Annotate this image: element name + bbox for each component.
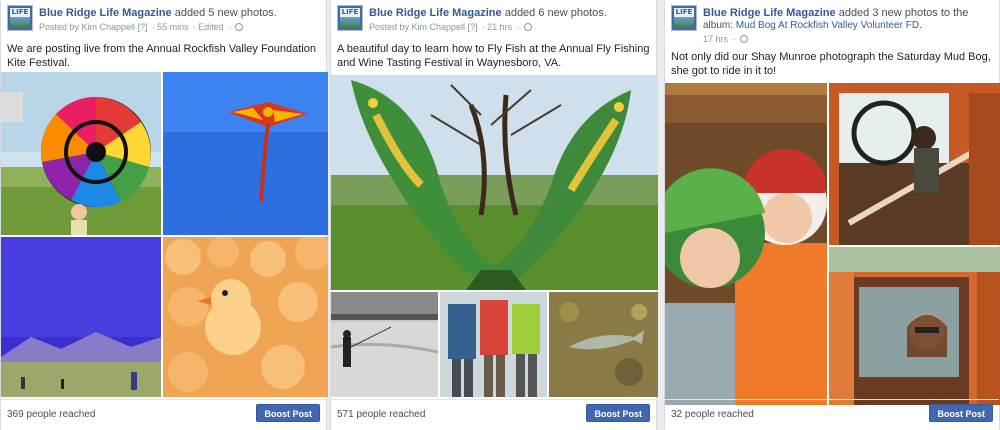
globe-icon[interactable] — [235, 23, 244, 31]
boost-post-button[interactable]: Boost Post — [256, 404, 320, 422]
globe-icon[interactable] — [523, 23, 532, 31]
photo-river-bw[interactable] — [331, 292, 438, 397]
posted-by: Posted by Kim Chappell — [39, 22, 136, 32]
post-time[interactable]: 21 hrs — [487, 22, 512, 32]
photo-truck-cab[interactable] — [829, 83, 1000, 245]
photo-festival-field[interactable] — [1, 237, 161, 397]
photo-grid — [331, 75, 658, 397]
photo-truck-driver[interactable] — [829, 247, 1000, 405]
help-link[interactable]: [?] — [138, 22, 148, 32]
reach-count[interactable]: 571 people reached — [337, 409, 425, 420]
page-avatar[interactable]: LIFE — [7, 5, 33, 31]
post-fly-fishing: LIFE Blue Ridge Life Magazine added 6 ne… — [330, 0, 658, 430]
reach-count[interactable]: 369 people reached — [7, 409, 95, 420]
page-name-link[interactable]: Blue Ridge Life Magazine — [39, 7, 172, 19]
page-avatar[interactable]: LIFE — [337, 5, 363, 31]
post-kite-festival: LIFE Blue Ridge Life Magazine added 5 ne… — [0, 0, 328, 430]
help-link[interactable]: [?] — [468, 22, 478, 32]
post-action: added 5 new photos. — [174, 7, 277, 19]
photo-selfie-helmets[interactable] — [665, 83, 827, 405]
photo-trout-water[interactable] — [549, 292, 658, 397]
photo-grid — [1, 72, 328, 397]
post-mud-bog: LIFE Blue Ridge Life Magazine added 3 ne… — [664, 0, 1000, 430]
photo-waders[interactable] — [440, 292, 547, 397]
reach-count[interactable]: 32 people reached — [671, 409, 754, 420]
page-name-link[interactable]: Blue Ridge Life Magazine — [703, 7, 836, 19]
post-action: added 6 new photos. — [504, 7, 607, 19]
post-footer: 369 people reached Boost Post — [1, 399, 326, 430]
photo-kite-wheel[interactable] — [1, 72, 161, 235]
post-header: LIFE Blue Ridge Life Magazine added 3 ne… — [671, 5, 995, 44]
photo-dragon-kite[interactable] — [163, 72, 328, 235]
post-footer: 32 people reached Boost Post — [665, 399, 999, 430]
page-name-link[interactable]: Blue Ridge Life Magazine — [369, 7, 502, 19]
photo-rubber-ducks[interactable] — [163, 237, 328, 397]
photo-fish-sculptures[interactable] — [331, 75, 658, 290]
post-message: A beautiful day to learn how to Fly Fish… — [337, 43, 650, 69]
post-time[interactable]: 55 mins — [157, 22, 189, 32]
album-prefix: album: — [703, 20, 734, 31]
post-header: LIFE Blue Ridge Life Magazine added 5 ne… — [7, 5, 322, 37]
boost-post-button[interactable]: Boost Post — [929, 404, 993, 422]
page-avatar[interactable]: LIFE — [671, 5, 697, 31]
edited-label[interactable]: Edited — [198, 22, 224, 32]
post-action: added 3 new photos to the — [838, 7, 969, 19]
post-time[interactable]: 17 hrs — [703, 34, 728, 44]
album-link[interactable]: Mud Bog At Rockfish Valley Volunteer FD. — [736, 20, 922, 31]
post-message: We are posting live from the Annual Rock… — [7, 43, 316, 69]
post-footer: 571 people reached Boost Post — [331, 399, 656, 430]
post-header: LIFE Blue Ridge Life Magazine added 6 ne… — [337, 5, 652, 37]
globe-icon[interactable] — [739, 35, 748, 43]
boost-post-button[interactable]: Boost Post — [586, 404, 650, 422]
posted-by: Posted by Kim Chappell — [369, 22, 466, 32]
photo-grid — [665, 83, 1000, 405]
post-message: Not only did our Shay Munroe photograph … — [671, 51, 991, 77]
